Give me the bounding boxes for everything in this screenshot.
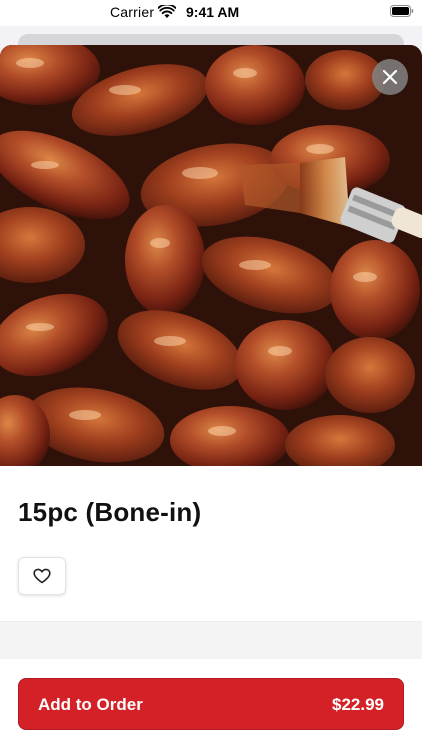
status-time: 9:41 AM: [186, 4, 240, 20]
product-image: [0, 45, 422, 466]
price-label: $22.99: [332, 695, 384, 714]
carrier-label: Carrier: [110, 4, 155, 20]
product-title: 15pc (Bone-in): [18, 497, 202, 527]
battery-icon: [390, 5, 414, 17]
close-button[interactable]: [372, 59, 408, 95]
favorite-button[interactable]: [18, 557, 66, 595]
add-to-order-label: Add to Order: [38, 695, 143, 714]
product-detail-sheet: 15pc (Bone-in) Add to Order $22.99: [0, 45, 422, 750]
section-divider: [0, 621, 422, 661]
bottom-action-bar: Add to Order $22.99: [0, 659, 422, 750]
add-to-order-button[interactable]: Add to Order $22.99: [18, 678, 404, 730]
wifi-icon: [158, 5, 176, 18]
close-icon: [382, 69, 398, 85]
bbq-wings-illustration: [0, 45, 422, 466]
screen: Carrier 9:41 AM 15pc (Bone-in) Add to Or…: [0, 0, 422, 750]
status-bar: Carrier 9:41 AM: [0, 0, 422, 26]
heart-outline-icon: [33, 568, 51, 584]
